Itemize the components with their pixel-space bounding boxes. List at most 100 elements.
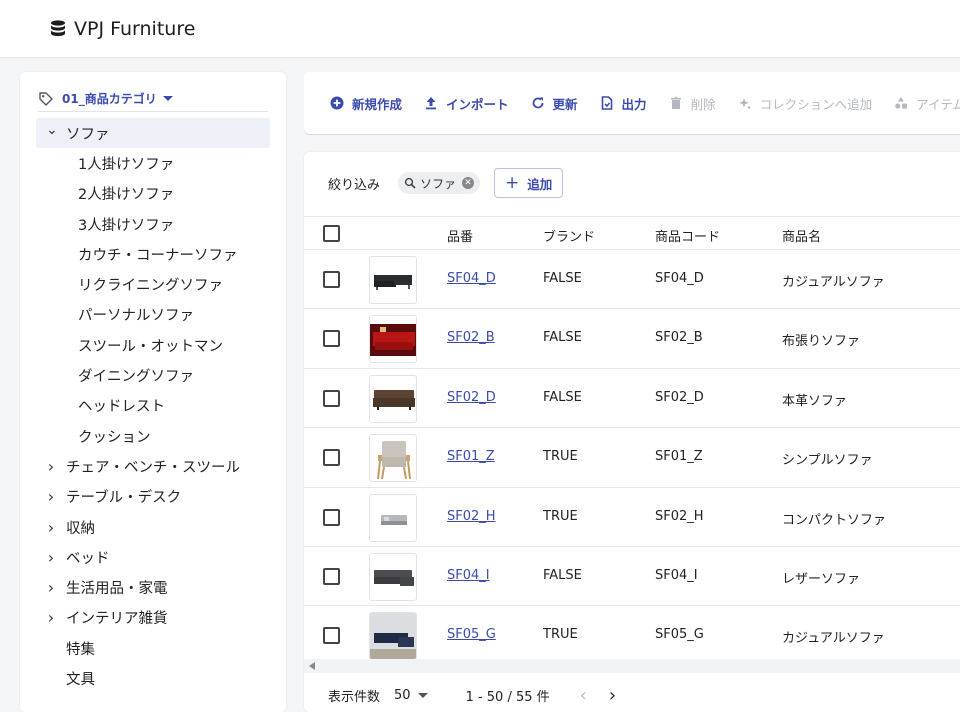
add-filter-label: 追加 — [527, 176, 553, 192]
item-group-button[interactable]: アイテムグ — [894, 94, 960, 113]
column-header-name[interactable]: 商品名 — [782, 226, 821, 245]
rows-per-page-label: 表示件数 — [328, 689, 381, 705]
product-thumbnail[interactable] — [369, 374, 417, 423]
table-header: 品番 ブランド 商品コード 商品名 — [304, 216, 960, 250]
product-thumbnail[interactable] — [369, 434, 417, 483]
filter-chip[interactable]: ソファ ✕ — [398, 172, 481, 194]
tree-item[interactable]: 3人掛けソファ — [20, 209, 286, 239]
chevron-right-icon[interactable]: › — [46, 548, 56, 567]
filter-row: 絞り込み ソファ ✕ + 追加 — [328, 168, 564, 198]
export-button[interactable]: 出力 — [600, 94, 647, 113]
add-to-collection-button[interactable]: コレクションへ追加 — [738, 94, 872, 113]
chevron-down-icon[interactable]: ⌄ — [46, 122, 58, 138]
table-body: SF04_D FALSE SF04_D カジュアルソファ SF02_B FALSE SF02… — [304, 250, 960, 666]
chevron-right-icon[interactable]: › — [46, 487, 56, 506]
scroll-left-icon[interactable] — [309, 662, 315, 670]
table-row[interactable]: SF02_H TRUE SF02_H コンパクトソファ — [304, 488, 960, 547]
chevron-right-icon[interactable]: › — [46, 457, 56, 476]
tree-item[interactable]: カウチ・コーナーソファ — [20, 239, 286, 269]
tree-item[interactable]: › インテリア雑貨 — [20, 603, 286, 633]
part-no-link[interactable]: SF04_D — [447, 271, 496, 286]
tree-item[interactable]: スツール・オットマン — [20, 330, 286, 360]
remove-chip-icon[interactable]: ✕ — [462, 177, 475, 189]
part-no-link[interactable]: SF01_Z — [447, 449, 495, 464]
tree-item-label: パーソナルソファ — [78, 308, 194, 325]
filter-label: 絞り込み — [328, 177, 381, 193]
import-button[interactable]: インポート — [424, 94, 509, 113]
column-header-part-no[interactable]: 品番 — [447, 226, 473, 245]
tree-item[interactable]: クッション — [20, 421, 286, 451]
tree-item[interactable]: ダイニングソファ — [20, 360, 286, 390]
category-select-label: 01_商品カテゴリ — [62, 92, 157, 106]
category-tree: ⌄ ソファ 1人掛けソファ 2人掛けソファ 3人掛けソファカウチ・コーナーソファリクライ… — [20, 118, 286, 694]
product-thumbnail[interactable] — [369, 493, 417, 542]
row-checkbox[interactable] — [323, 271, 340, 288]
table-row[interactable]: SF04_D FALSE SF04_D カジュアルソファ — [304, 250, 960, 310]
tree-item[interactable]: › テーブル・デスク — [20, 482, 286, 512]
part-no-link[interactable]: SF04_I — [447, 568, 490, 583]
tree-item[interactable]: › 生活用品・家電 — [20, 572, 286, 602]
delete-button[interactable]: 削除 — [669, 94, 716, 113]
table-row[interactable]: SF05_G TRUE SF05_G カジュアルソファ — [304, 606, 960, 666]
trash-icon — [670, 96, 681, 109]
column-header-brand[interactable]: ブランド — [543, 226, 595, 245]
refresh-button-label: 更新 — [552, 96, 578, 112]
tree-item-label: 収納 — [66, 520, 95, 537]
row-checkbox[interactable] — [323, 627, 340, 645]
tree-item[interactable]: › 収納 — [20, 512, 286, 542]
tree-item[interactable]: 文具 — [20, 663, 286, 693]
part-no-link[interactable]: SF02_D — [447, 390, 496, 405]
tree-item-label: カウチ・コーナーソファ — [78, 247, 238, 264]
import-button-label: インポート — [446, 96, 509, 112]
sparkle-star-icon — [738, 98, 751, 110]
tree-item[interactable]: パーソナルソファ — [20, 300, 286, 330]
tree-item[interactable]: 2人掛けソファ — [20, 179, 286, 209]
chevron-right-icon[interactable]: › — [46, 518, 56, 537]
product-thumbnail[interactable] — [369, 552, 417, 601]
product-thumbnail[interactable] — [369, 315, 417, 364]
next-page-icon[interactable]: › — [609, 685, 616, 706]
app-header: VPJ Furniture — [0, 0, 960, 58]
part-no-link[interactable]: SF05_G — [447, 627, 496, 642]
table-row[interactable]: SF01_Z TRUE SF01_Z シンプルソファ — [304, 428, 960, 488]
name-cell: シンプルソファ — [782, 453, 873, 469]
chevron-right-icon[interactable]: › — [46, 608, 56, 627]
chevron-right-icon[interactable]: › — [46, 578, 56, 597]
row-checkbox[interactable] — [323, 567, 340, 585]
new-button[interactable]: 新規作成 — [330, 94, 402, 113]
category-select[interactable]: 01_商品カテゴリ — [38, 86, 268, 112]
row-checkbox[interactable] — [323, 508, 340, 526]
horizontal-scrollbar[interactable] — [304, 659, 960, 673]
prev-page-icon[interactable]: ‹ — [580, 685, 587, 706]
product-thumbnail[interactable] — [369, 256, 417, 304]
add-filter-button[interactable]: + 追加 — [494, 168, 564, 198]
product-thumbnail[interactable] — [369, 612, 417, 661]
tree-item[interactable]: › ベッド — [20, 542, 286, 572]
brand-cell: FALSE — [543, 271, 582, 286]
product-table: 品番 ブランド 商品コード 商品名 SF04_D FALSE SF04_D カジュアル… — [304, 216, 960, 666]
select-all-checkbox[interactable] — [323, 225, 340, 242]
refresh-button[interactable]: 更新 — [531, 94, 578, 113]
tree-item[interactable]: 1人掛けソファ — [20, 148, 286, 178]
tree-item[interactable]: リクライニングソファ — [20, 269, 286, 299]
tree-item[interactable]: ヘッドレスト — [20, 391, 286, 421]
row-checkbox[interactable] — [323, 389, 340, 407]
code-cell: SF04_I — [655, 567, 698, 583]
row-checkbox[interactable] — [323, 449, 340, 467]
tree-item[interactable]: ⌄ ソファ — [36, 118, 270, 149]
table-row[interactable]: SF02_B FALSE SF02_B 布張りソファ — [304, 309, 960, 369]
table-row[interactable]: SF02_D FALSE SF02_D 本革ソファ — [304, 369, 960, 429]
rows-per-page-select[interactable]: 50 — [394, 688, 428, 703]
table-row[interactable]: SF04_I FALSE SF04_I レザーソファ — [304, 547, 960, 607]
part-no-link[interactable]: SF02_H — [447, 509, 496, 524]
tree-item[interactable]: › チェア・ベンチ・スツール — [20, 451, 286, 481]
name-cell: 本革ソファ — [782, 393, 848, 409]
column-header-code[interactable]: 商品コード — [655, 226, 720, 245]
row-checkbox[interactable] — [323, 330, 340, 348]
tree-item-label: ソファ — [66, 126, 110, 143]
category-sidebar: 01_商品カテゴリ ⌄ ソファ 1人掛けソファ 2人掛けソファ 3人掛けソファカウチ・コ… — [20, 72, 286, 712]
tree-item[interactable]: 特集 — [20, 633, 286, 663]
database-icon — [51, 19, 65, 36]
code-cell: SF04_D — [655, 271, 704, 286]
part-no-link[interactable]: SF02_B — [447, 330, 495, 345]
